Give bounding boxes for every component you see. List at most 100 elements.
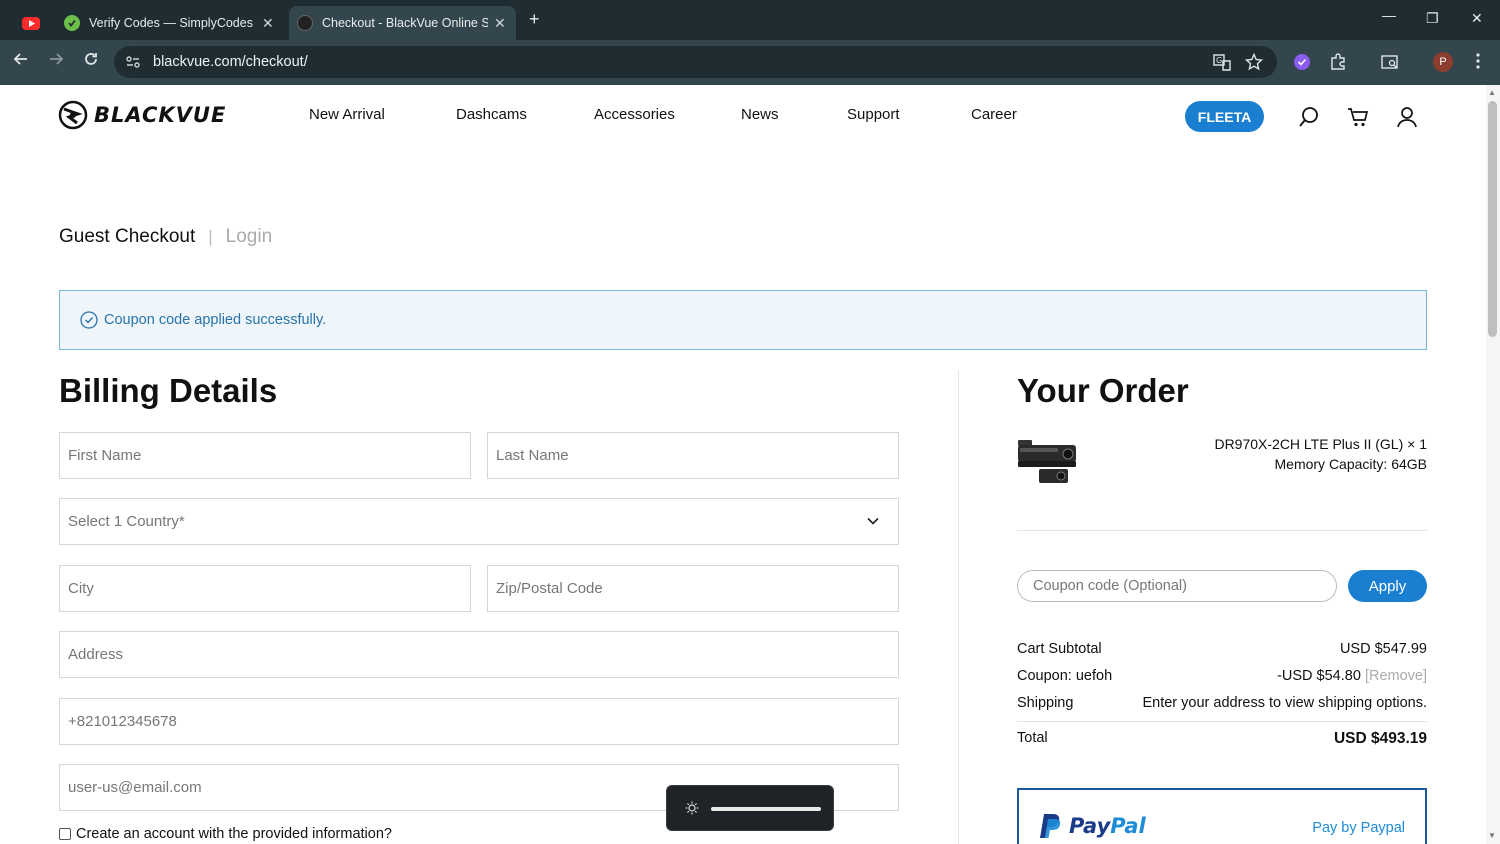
- product-name: DR970X-2CH LTE Plus II (GL) × 1: [1214, 436, 1427, 452]
- coupon-success-notice: Coupon code applied successfully.: [59, 290, 1427, 350]
- nav-career[interactable]: Career: [971, 106, 1017, 123]
- address-input[interactable]: [60, 632, 898, 677]
- zip-field[interactable]: [487, 565, 899, 612]
- first-name-field[interactable]: [59, 432, 471, 479]
- paypal-option[interactable]: PayPal Pay by Paypal: [1017, 788, 1427, 844]
- order-title: Your Order: [1017, 372, 1189, 409]
- subtotal-row: Cart Subtotal USD $547.99: [1017, 641, 1427, 657]
- tab-title: Checkout - BlackVue Online Sto: [322, 16, 488, 30]
- close-tab-icon[interactable]: ✕: [262, 15, 274, 32]
- back-icon[interactable]: [13, 51, 29, 72]
- scroll-up-icon[interactable]: ▲: [1488, 88, 1496, 97]
- tab-checkout[interactable]: Checkout - BlackVue Online Sto ✕: [289, 6, 516, 40]
- extension-simplycodes-icon[interactable]: [1293, 53, 1311, 75]
- tab-search-icon[interactable]: [1381, 53, 1399, 75]
- brightness-overlay: [666, 785, 834, 831]
- tab-simplycodes[interactable]: Verify Codes — SimplyCodes ✕: [56, 6, 284, 40]
- last-name-input[interactable]: [488, 433, 898, 478]
- youtube-icon: [22, 16, 40, 30]
- paypal-p-icon: [1040, 814, 1061, 838]
- scrollbar-thumb[interactable]: [1488, 101, 1497, 337]
- coupon-input[interactable]: [1018, 571, 1336, 601]
- subtotal-label: Cart Subtotal: [1017, 641, 1102, 657]
- create-account-checkbox[interactable]: [59, 828, 71, 840]
- logo-text: BLACKVUE: [94, 103, 227, 127]
- cart-icon[interactable]: [1347, 106, 1369, 128]
- zip-input[interactable]: [488, 566, 898, 611]
- city-input[interactable]: [60, 566, 470, 611]
- product-option: Memory Capacity: 64GB: [1274, 456, 1428, 472]
- blackvue-icon: [297, 15, 313, 31]
- order-divider: [1017, 530, 1427, 531]
- forward-icon[interactable]: [48, 51, 64, 72]
- subtotal-value: USD $547.99: [1339, 641, 1427, 657]
- profile-avatar[interactable]: P: [1433, 52, 1453, 72]
- simplycodes-icon: [64, 15, 80, 31]
- remove-coupon-link[interactable]: [Remove]: [1365, 668, 1427, 684]
- country-select-value[interactable]: Select 1 Country*: [60, 499, 898, 544]
- brightness-track: [711, 807, 821, 811]
- extensions-puzzle-icon[interactable]: [1329, 53, 1347, 75]
- coupon-field[interactable]: [1017, 570, 1337, 602]
- apply-coupon-button[interactable]: Apply: [1348, 570, 1427, 602]
- paypal-wordmark-pal: Pal: [1110, 814, 1146, 838]
- paypal-wordmark-pay: Pay: [1069, 814, 1111, 838]
- url-text[interactable]: blackvue.com/checkout/: [153, 54, 308, 70]
- close-tab-icon[interactable]: ✕: [494, 15, 506, 32]
- column-divider: [958, 370, 959, 844]
- total-divider: [1017, 721, 1427, 722]
- coupon-value: -USD $54.80: [1277, 668, 1361, 684]
- total-label: Total: [1017, 730, 1048, 746]
- account-icon[interactable]: [1396, 106, 1418, 128]
- new-tab-icon[interactable]: +: [529, 9, 540, 30]
- create-account-label[interactable]: Create an account with the provided info…: [76, 826, 392, 842]
- shipping-label: Shipping: [1017, 695, 1074, 711]
- tab-title: Verify Codes — SimplyCodes: [89, 16, 253, 30]
- window-close-icon[interactable]: ✕: [1471, 10, 1483, 27]
- shipping-value: Enter your address to view shipping opti…: [1142, 695, 1427, 711]
- checkout-mode-tabs: Guest Checkout | Login: [59, 226, 272, 248]
- coupon-label: Coupon: uefoh: [1017, 668, 1113, 684]
- tab-guest-checkout[interactable]: Guest Checkout: [59, 226, 195, 248]
- address-field[interactable]: [59, 631, 899, 678]
- translate-icon[interactable]: G: [1213, 53, 1231, 75]
- address-bar[interactable]: blackvue.com/checkout/: [114, 46, 1277, 78]
- check-circle-icon: [80, 311, 98, 334]
- blackvue-logo-icon: [58, 100, 88, 130]
- nav-news[interactable]: News: [741, 106, 779, 123]
- minimize-icon[interactable]: —: [1382, 7, 1396, 23]
- blackvue-logo[interactable]: BLACKVUE: [58, 100, 226, 130]
- browser-menu-icon[interactable]: [1476, 53, 1480, 73]
- svg-text:G: G: [1216, 56, 1222, 65]
- brightness-icon: [684, 800, 700, 821]
- country-select[interactable]: Select 1 Country*: [59, 498, 899, 545]
- nav-accessories[interactable]: Accessories: [594, 106, 675, 123]
- city-field[interactable]: [59, 565, 471, 612]
- search-icon[interactable]: [1298, 106, 1320, 128]
- shipping-row: Shipping Enter your address to view ship…: [1017, 695, 1427, 711]
- fleeta-button[interactable]: FLEETA: [1185, 101, 1264, 132]
- billing-title: Billing Details: [59, 372, 278, 409]
- bookmark-star-icon[interactable]: [1244, 52, 1264, 75]
- pay-by-paypal-label[interactable]: Pay by Paypal: [1312, 820, 1405, 836]
- phone-field[interactable]: [59, 698, 899, 745]
- product-details: DR970X-2CH LTE Plus II (GL) × 1 Memory C…: [1214, 434, 1427, 474]
- reload-icon[interactable]: [83, 51, 99, 72]
- browser-tab-bar: Verify Codes — SimplyCodes ✕ Checkout - …: [0, 0, 1500, 40]
- nav-support[interactable]: Support: [847, 106, 900, 123]
- paypal-wordmark: PayPal: [1069, 814, 1146, 838]
- scroll-down-icon[interactable]: ▼: [1488, 831, 1496, 840]
- last-name-field[interactable]: [487, 432, 899, 479]
- create-account-row[interactable]: Create an account with the provided info…: [59, 826, 392, 842]
- chevron-down-icon[interactable]: [866, 514, 880, 533]
- notice-message: Coupon code applied successfully.: [104, 312, 327, 328]
- phone-input[interactable]: [60, 699, 898, 744]
- total-row: Total USD $493.19: [1017, 730, 1427, 748]
- nav-dashcams[interactable]: Dashcams: [456, 106, 527, 123]
- tab-youtube[interactable]: [14, 6, 54, 40]
- nav-new-arrival[interactable]: New Arrival: [309, 106, 385, 123]
- maximize-icon[interactable]: ❐: [1426, 10, 1439, 27]
- first-name-input[interactable]: [60, 433, 470, 478]
- site-info-icon[interactable]: [125, 54, 141, 70]
- tab-login[interactable]: Login: [226, 226, 273, 248]
